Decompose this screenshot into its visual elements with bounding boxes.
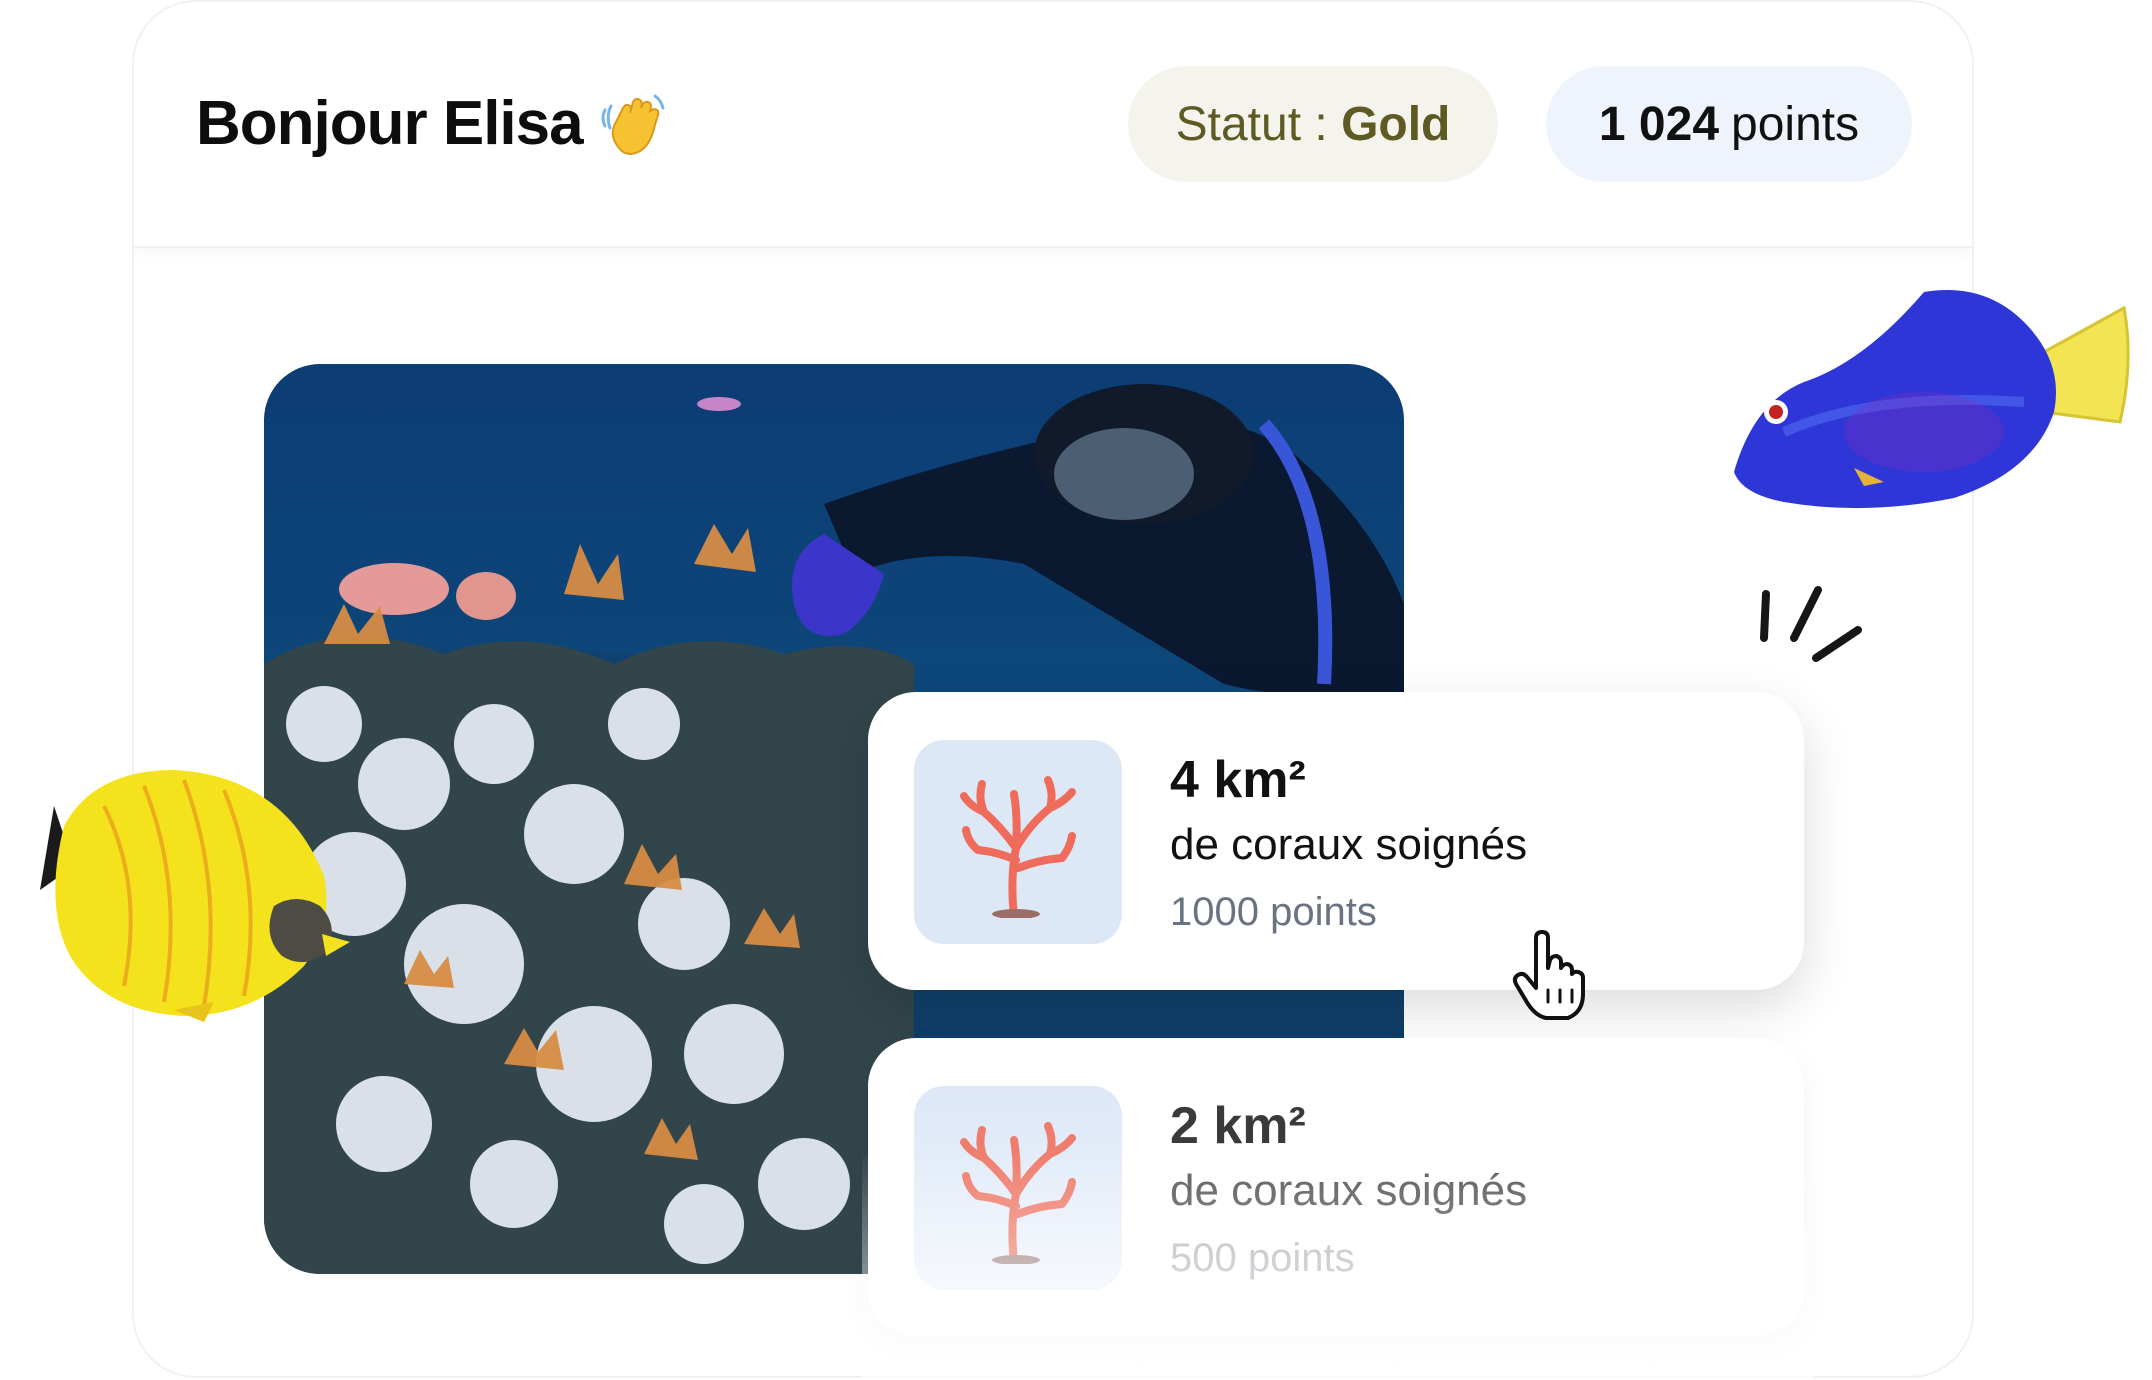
coral-icon xyxy=(960,1122,1076,1264)
waving-hand-icon xyxy=(601,94,665,156)
greeting-text: Bonjour Elisa xyxy=(196,88,584,158)
reward-area: 2 km² xyxy=(1170,1097,1306,1155)
reward-thumbnail xyxy=(914,1086,1122,1290)
reward-thumbnail xyxy=(914,740,1122,944)
reward-description: de coraux soignés xyxy=(1170,1166,1528,1215)
reward-area: 4 km² xyxy=(1170,751,1306,809)
reward-card[interactable]: 2 km² de coraux soignés 500 points xyxy=(868,1038,1804,1336)
status-label: Statut : xyxy=(1175,97,1328,151)
points-value: 1 024 xyxy=(1598,97,1720,151)
status-value: Gold xyxy=(1341,97,1451,151)
card-header: Bonjour Elisa Statut : Gold 1 024 points xyxy=(134,2,1972,248)
reward-description: de coraux soignés xyxy=(1170,820,1528,869)
reward-points: 500 points xyxy=(1170,1236,1355,1280)
yellow-butterflyfish-icon xyxy=(40,770,350,1022)
greeting: Bonjour Elisa xyxy=(196,88,667,158)
reward-card[interactable]: 4 km² de coraux soignés 1000 points xyxy=(868,692,1804,990)
coral-icon xyxy=(960,776,1076,918)
status-badge: Statut : Gold xyxy=(1128,66,1498,182)
reward-points: 1000 points xyxy=(1170,890,1377,934)
sparkle-icon xyxy=(1760,586,1862,662)
blue-tang-fish-icon xyxy=(1734,290,2130,509)
hand-cursor-icon xyxy=(1512,930,1585,1020)
points-unit: points xyxy=(1731,97,1860,151)
points-badge: 1 024 points xyxy=(1546,66,1912,182)
